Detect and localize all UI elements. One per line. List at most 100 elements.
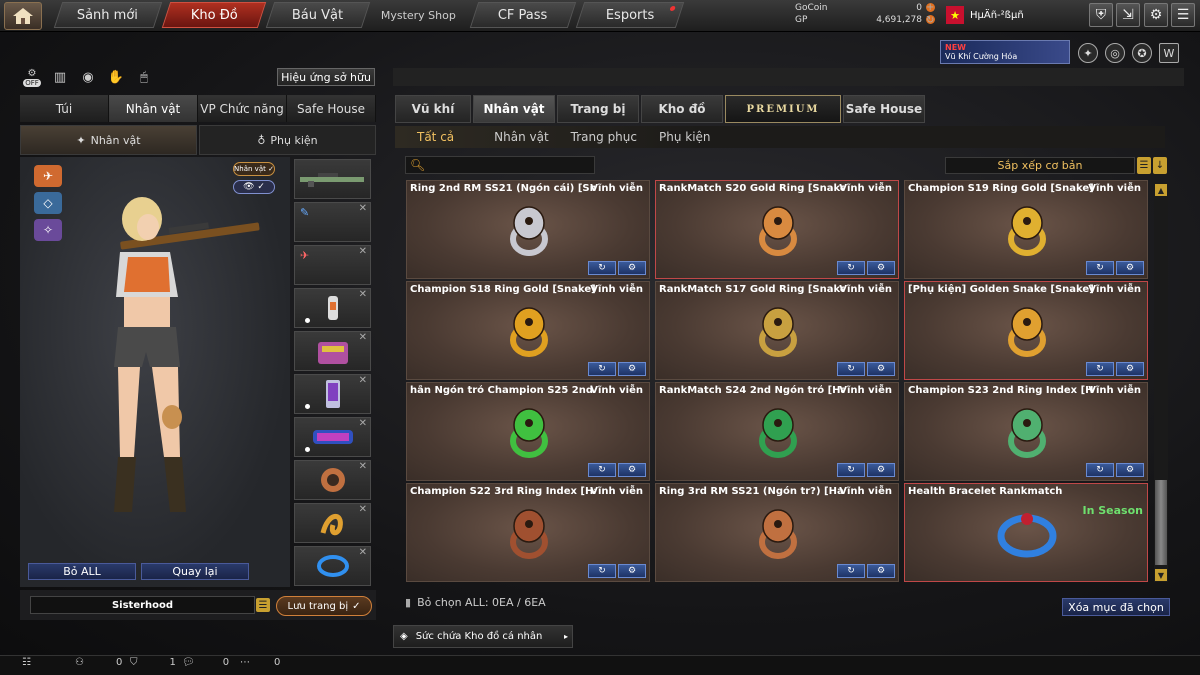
exit-icon[interactable]: ⇲ [1116,3,1140,27]
gear-icon[interactable]: ⚙ [867,463,895,477]
subtab-nhan-vat[interactable]: Nhân vật [494,130,549,144]
item-card[interactable]: Health Bracelet Rankmatch In Season [904,483,1148,582]
slot-2[interactable]: ✕ ✎ [294,202,371,242]
slot-6[interactable]: ✕ [294,374,371,414]
item-card[interactable]: [Phụ kiện] Golden Snake [Snake] Vĩnh viễn… [904,281,1148,380]
scrollbar-thumb[interactable] [1155,480,1167,565]
slot-weapon[interactable] [294,159,371,199]
search-input[interactable] [429,159,590,171]
character-slot-2-icon[interactable]: ◇ [34,192,62,214]
weapon-upgrade-banner[interactable]: NEW Vũ Khí Cường Hóa [940,40,1070,64]
item-card[interactable]: Ring 2nd RM SS21 (Ngón cái) [Snake]Vĩnh … [406,180,650,279]
gear-icon[interactable]: ⚙ [618,463,646,477]
gear-icon[interactable]: ⚙ [1116,463,1144,477]
gear-icon[interactable]: ⚙ [618,362,646,376]
tab-safe-house[interactable]: Safe House [843,95,925,123]
slot-9[interactable]: ✕ [294,503,371,543]
mouse-icon[interactable]: 🖱 [134,68,154,86]
list-icon[interactable]: ☷ [22,657,31,668]
sort-dropdown[interactable]: Sắp xếp cơ bản [945,157,1135,174]
gift-icon[interactable]: ↻ [1086,261,1114,275]
item-card[interactable]: RankMatch S20 Gold Ring [Snake] Vĩnh viễn… [655,180,899,279]
owned-effects-button[interactable]: Hiệu ứng sở hữu [277,68,375,86]
remove-icon[interactable]: ✕ [359,332,367,343]
character-badge[interactable]: Nhân vật ✓ [233,162,275,176]
storage-capacity-button[interactable]: ◈ Sức chứa Kho đồ cá nhân ▸ [393,625,573,648]
preset-menu-icon[interactable]: ☰ [256,598,270,612]
subtab-nhan-vat[interactable]: ✦ Nhân vật [20,125,197,155]
sort-direction-icon[interactable]: ↓ [1153,157,1167,174]
gift-icon[interactable]: ↻ [588,261,616,275]
scroll-down-icon[interactable]: ▼ [1155,569,1167,581]
shield-icon[interactable]: ⛨ [1089,3,1113,27]
remove-icon[interactable]: ✕ [359,461,367,472]
message-status[interactable]: ⋯ 0 [240,657,280,668]
gift-icon[interactable]: ↻ [837,463,865,477]
tab-nhan-vat[interactable]: Nhân vật [109,95,198,122]
gift-icon[interactable]: ↻ [588,362,616,376]
gear-icon[interactable]: ⚙ [618,261,646,275]
gift-icon[interactable]: ↻ [837,261,865,275]
item-card[interactable]: hẫn Ngón trỏ Champion S25 2nd [Hawk]Vĩnh… [406,382,650,481]
tab-kho-do[interactable]: Kho Đồ [161,2,267,28]
item-card[interactable]: Champion S22 3rd Ring Index [Hawk]Vĩnh v… [406,483,650,582]
gear-icon[interactable]: ⚙ [1144,3,1168,27]
subtab-trang-phuc[interactable]: Trang phục [571,130,637,144]
gift-icon[interactable]: ↻ [837,564,865,578]
slot-3[interactable]: ✕ ✈ [294,245,371,285]
visibility-toggle[interactable]: 👁 ✓ [233,180,275,194]
pose-icon[interactable]: ✋ [106,68,126,86]
clan-icon[interactable]: W [1159,43,1179,63]
add-currency-icon[interactable]: + [926,2,934,13]
slot-8[interactable]: ✕ [294,460,371,500]
gear-icon[interactable]: ⚙ [1116,261,1144,275]
medal-icon[interactable]: ✪ [1132,43,1152,63]
item-card[interactable]: RankMatch S24 2nd Ngón trỏ [Hawk]Vĩnh vi… [655,382,899,481]
gear-icon[interactable]: ⚙ [1116,362,1144,376]
gear-icon[interactable]: ⚙ [867,362,895,376]
stats-icon[interactable]: ▥ [50,68,70,86]
save-loadout-button[interactable]: Lưu trang bị ✓ [276,596,372,616]
slot-5[interactable]: ✕ [294,331,371,371]
gear-icon[interactable]: ⚙ [618,564,646,578]
item-card[interactable]: Champion S19 Ring Gold [Snake] Vĩnh viễn ↻… [904,180,1148,279]
gift-icon[interactable]: ↻ [588,564,616,578]
scroll-up-icon[interactable]: ▲ [1155,184,1167,196]
character-slot-3-icon[interactable]: ✧ [34,219,62,241]
preset-name-field[interactable]: Sisterhood [30,596,255,614]
remove-icon[interactable]: ✕ [359,418,367,429]
refresh-icon[interactable]: ↻ [926,15,934,26]
item-card[interactable]: Ring 3rd RM SS21 (Ngón tr?) [Hawk] Vĩnh v… [655,483,899,582]
remove-icon[interactable]: ✕ [359,203,367,214]
back-button[interactable]: Quay lại [141,563,249,580]
tab-premium[interactable]: PREMIUM [725,95,841,123]
menu-icon[interactable]: ☰ [1171,3,1195,27]
remove-icon[interactable]: ✕ [359,375,367,386]
remove-icon[interactable]: ✕ [359,289,367,300]
gift-icon[interactable]: ↻ [837,362,865,376]
slot-4[interactable]: ✕ [294,288,371,328]
gift-icon[interactable]: ↻ [588,463,616,477]
remove-icon[interactable]: ✕ [359,547,367,558]
tab-esports[interactable]: Esports [575,2,685,28]
rank-emblem-icon[interactable]: ✦ [1078,43,1098,63]
tab-vu-khi[interactable]: Vũ khí [395,95,471,123]
tab-vp-chuc-nang[interactable]: VP Chức năng [198,95,287,122]
home-button[interactable] [4,2,42,30]
slot-10[interactable]: ✕ [294,546,371,586]
view-icon[interactable]: ◉ [78,68,98,86]
tab-bau-vat[interactable]: Báu Vật [265,2,371,28]
toggle-off-icon[interactable]: ⚙ OFF [22,68,42,87]
gear-icon[interactable]: ⚙ [867,261,895,275]
slot-7[interactable]: ✕ [294,417,371,457]
gear-icon[interactable]: ⚙ [867,564,895,578]
tab-nhan-vat[interactable]: Nhân vật [473,95,555,123]
tab-tui[interactable]: Túi [20,95,109,122]
remove-icon[interactable]: ✕ [359,246,367,257]
clan-status[interactable]: ⛉ 1 [130,657,176,668]
friends-status[interactable]: ⚇ 0 [75,657,122,668]
tab-kho-do[interactable]: Kho đồ [641,95,723,123]
tab-cf-pass[interactable]: CF Pass [469,2,577,28]
tab-trang-bi[interactable]: Trang bị [557,95,639,123]
item-card[interactable]: RankMatch S17 Gold Ring [Snake] Vĩnh viễn… [655,281,899,380]
